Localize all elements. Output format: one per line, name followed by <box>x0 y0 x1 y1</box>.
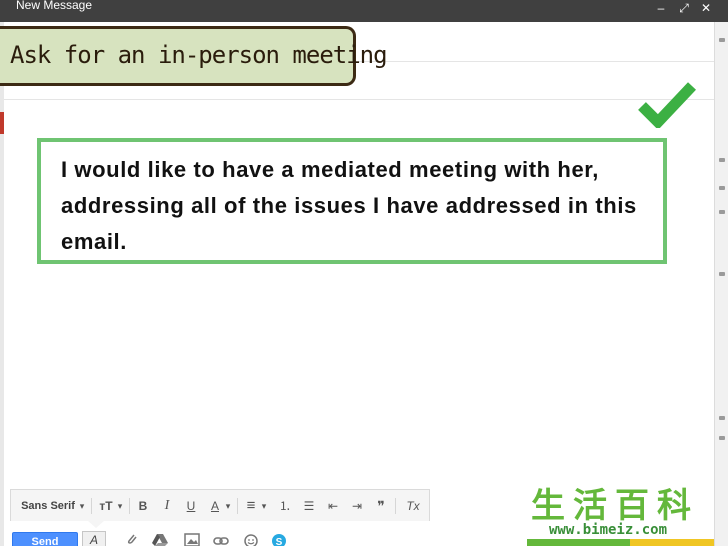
checkmark-icon <box>638 82 696 128</box>
indent-more-icon[interactable]: ⇥ <box>349 498 365 514</box>
align-icon[interactable]: ≡ <box>243 498 259 514</box>
bold-icon[interactable]: B <box>135 498 151 514</box>
font-family-select[interactable]: Sans Serif <box>21 498 75 514</box>
message-body-callout: I would like to have a mediated meeting … <box>37 138 667 264</box>
background-scrollbar <box>714 22 728 546</box>
watermark-chinese-text: 生活百科 <box>531 486 699 526</box>
toolbar-divider <box>395 498 396 514</box>
watermark-bar <box>527 539 714 546</box>
chevron-down-icon: ▾ <box>261 501 267 511</box>
photo-icon[interactable] <box>184 533 200 546</box>
drive-icon[interactable] <box>152 533 168 546</box>
font-size-icon[interactable]: тT <box>97 498 115 514</box>
window-title: New Message <box>16 0 93 12</box>
maximize-icon[interactable]: ⤢ <box>675 1 693 15</box>
step-banner-text: Ask for an in-person meeting <box>10 41 388 69</box>
svg-text:S: S <box>276 537 283 546</box>
remove-formatting-icon[interactable]: Tx <box>403 498 423 514</box>
watermark-url: www.bimeiz.com <box>549 522 668 538</box>
formatting-options-button[interactable]: A <box>82 531 106 546</box>
formatting-toolbar: Sans Serif ▾ тT ▾ B I U A ▾ ≡ ▾ ⒈ ☰ ⇤ ⇥ … <box>10 489 430 521</box>
chevron-down-icon: ▾ <box>79 501 85 511</box>
toolbar-pointer <box>88 521 104 528</box>
underline-icon[interactable]: U <box>183 498 199 514</box>
send-button[interactable]: Send <box>12 532 78 546</box>
close-icon[interactable]: ✕ <box>697 1 715 15</box>
indent-less-icon[interactable]: ⇤ <box>325 498 341 514</box>
message-body-text: I would like to have a mediated meeting … <box>61 157 637 254</box>
quote-icon[interactable]: ❞ <box>373 498 389 514</box>
toolbar-divider <box>129 498 130 514</box>
italic-icon[interactable]: I <box>159 498 175 514</box>
text-color-icon[interactable]: A <box>207 498 223 514</box>
subject-field[interactable] <box>4 99 714 100</box>
link-icon[interactable] <box>213 533 229 546</box>
numbered-list-icon[interactable]: ⒈ <box>277 498 293 514</box>
chevron-down-icon: ▾ <box>117 501 123 511</box>
skype-icon[interactable]: S <box>271 533 287 546</box>
compose-titlebar: New Message – ⤢ ✕ <box>0 0 728 22</box>
toolbar-divider <box>237 498 238 514</box>
toolbar-divider <box>91 498 92 514</box>
background-red-marker <box>0 112 4 134</box>
paperclip-icon[interactable] <box>124 533 140 546</box>
emoji-icon[interactable] <box>243 533 259 546</box>
watermark-logo: 生活百科 www.bimeiz.com <box>527 486 714 546</box>
minimize-icon[interactable]: – <box>652 1 670 15</box>
step-banner: Ask for an in-person meeting <box>0 26 388 86</box>
background-edge-left <box>0 22 4 546</box>
chevron-down-icon: ▾ <box>225 501 231 511</box>
bulleted-list-icon[interactable]: ☰ <box>301 498 317 514</box>
